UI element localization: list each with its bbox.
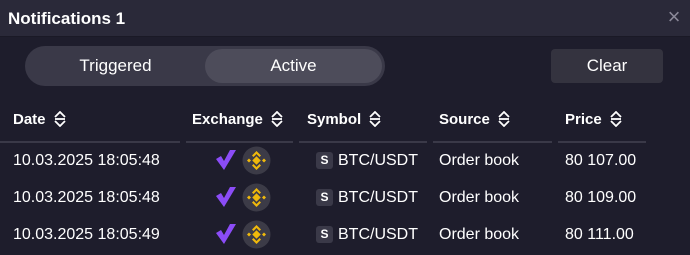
tab-triggered[interactable]: Triggered xyxy=(28,49,203,83)
column-header-label: Price xyxy=(565,111,602,128)
purple-v-logo-icon xyxy=(216,187,236,207)
price-cell: 80 107.00 xyxy=(565,152,637,169)
sort-icon xyxy=(369,110,381,127)
close-icon[interactable]: × xyxy=(664,6,684,28)
table-row[interactable]: 10.03.2025 18:05:49 S BTC/USDT Order book… xyxy=(0,217,690,253)
sort-icon xyxy=(271,110,283,127)
binance-logo-icon xyxy=(242,146,271,175)
spot-badge: S xyxy=(316,226,333,243)
notifications-window: Notifications 1 × Triggered Active Clear… xyxy=(0,0,690,255)
sort-icon xyxy=(53,110,66,127)
price-cell: 80 109.00 xyxy=(565,189,637,206)
tab-switcher: Triggered Active xyxy=(25,46,385,86)
symbol-cell: S BTC/USDT xyxy=(316,225,418,245)
symbol-cell: S BTC/USDT xyxy=(316,151,418,171)
column-header-price[interactable]: Price xyxy=(565,110,622,130)
column-header-label: Source xyxy=(439,111,490,128)
purple-v-logo-icon xyxy=(216,224,236,244)
date-cell: 10.03.2025 18:05:48 xyxy=(13,189,160,206)
title-bar: Notifications 1 × xyxy=(0,0,690,37)
spot-badge: S xyxy=(316,189,333,206)
column-header-label: Exchange xyxy=(192,111,263,128)
spot-badge: S xyxy=(316,152,333,169)
binance-logo-icon xyxy=(242,183,271,212)
tab-active[interactable]: Active xyxy=(205,49,382,83)
table-row[interactable]: 10.03.2025 18:05:48 S BTC/USDT Order book… xyxy=(0,143,690,179)
window-title: Notifications 1 xyxy=(8,9,126,28)
source-cell: Order book xyxy=(439,189,520,206)
column-header-date[interactable]: Date xyxy=(13,110,66,130)
column-header-label: Symbol xyxy=(307,111,362,128)
binance-logo-icon xyxy=(242,220,271,249)
symbol-text: BTC/USDT xyxy=(338,152,418,169)
symbol-text: BTC/USDT xyxy=(338,226,418,243)
source-cell: Order book xyxy=(439,226,520,243)
table-row[interactable]: 10.03.2025 18:05:48 S BTC/USDT Order book… xyxy=(0,180,690,216)
column-header-source[interactable]: Source xyxy=(439,110,510,130)
price-cell: 80 111.00 xyxy=(565,226,634,243)
symbol-text: BTC/USDT xyxy=(338,189,418,206)
date-cell: 10.03.2025 18:05:48 xyxy=(13,152,160,169)
column-header-label: Date xyxy=(13,111,46,128)
source-cell: Order book xyxy=(439,152,520,169)
purple-v-logo-icon xyxy=(216,150,236,170)
column-header-exchange[interactable]: Exchange xyxy=(192,110,283,130)
date-cell: 10.03.2025 18:05:49 xyxy=(13,226,160,243)
symbol-cell: S BTC/USDT xyxy=(316,188,418,208)
clear-button[interactable]: Clear xyxy=(551,49,663,83)
sort-icon xyxy=(610,110,622,127)
sort-icon xyxy=(498,110,510,127)
column-header-symbol[interactable]: Symbol xyxy=(307,110,381,130)
